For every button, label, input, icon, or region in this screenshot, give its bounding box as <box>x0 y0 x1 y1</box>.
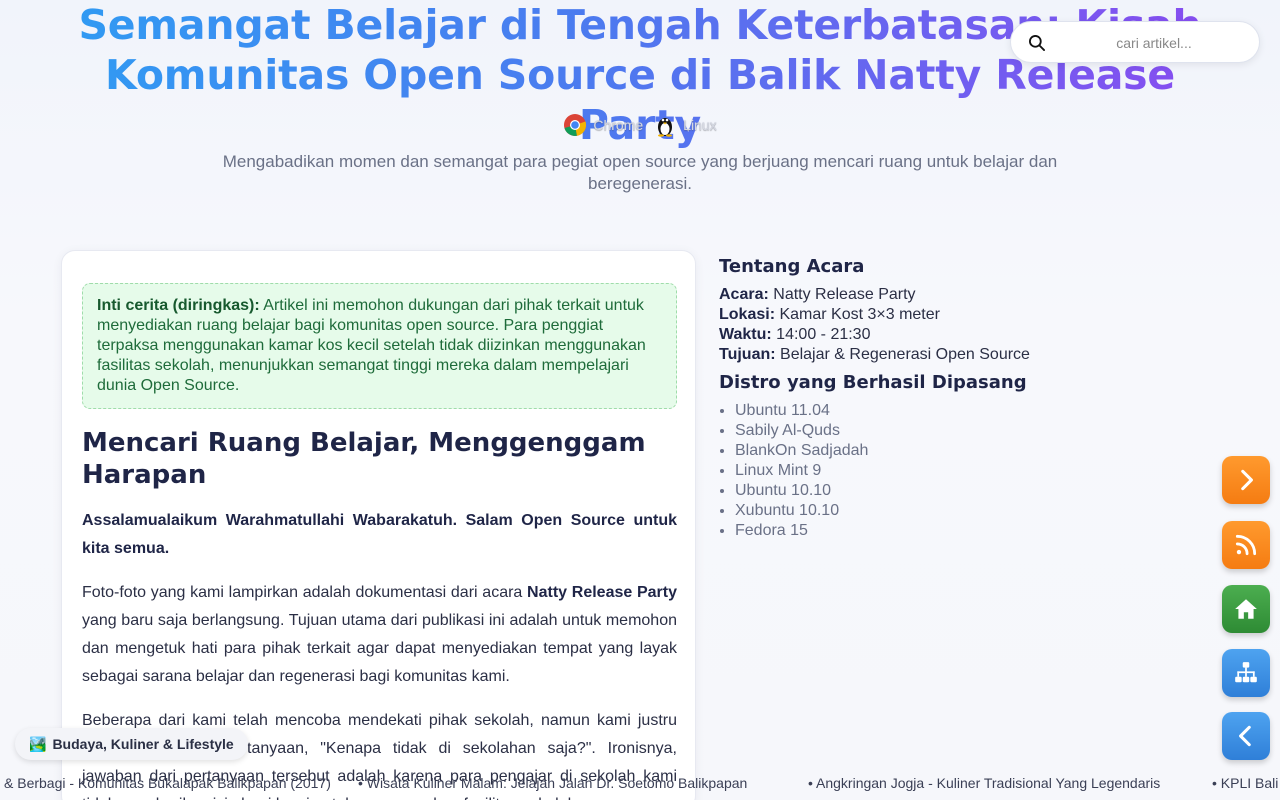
info-value: Natty Release Party <box>768 286 916 303</box>
ticker-item[interactable]: • Wisata Kuliner Malam: Jelajah Jalan Dr… <box>358 775 747 791</box>
distro-list: Ubuntu 11.04 Sabily Al-Quds BlankOn Sadj… <box>719 401 1119 541</box>
info-row: Lokasi: Kamar Kost 3×3 meter <box>719 305 1119 325</box>
info-label: Tujuan: <box>719 346 776 363</box>
event-sidebar: Tentang Acara Acara: Natty Release Party… <box>719 255 1119 541</box>
list-item: Linux Mint 9 <box>735 461 1119 481</box>
summary-label: Inti cerita (diringkas): <box>97 297 260 314</box>
search-input[interactable] <box>1059 28 1249 58</box>
list-item: BlankOn Sadjadah <box>735 441 1119 461</box>
info-row: Waktu: 14:00 - 21:30 <box>719 325 1119 345</box>
next-button[interactable] <box>1222 456 1270 504</box>
platform-label: Chrome <box>593 117 644 133</box>
landscape-icon: 🏞️ <box>29 735 47 752</box>
category-badge[interactable]: 🏞️ Budaya, Kuliner & Lifestyle <box>15 728 248 760</box>
greeting-paragraph: Assalamualaikum Warahmatullahi Wabarakat… <box>82 512 677 557</box>
paragraph-text: yang baru saja berlangsung. Tujuan utama… <box>82 612 677 685</box>
page-subtitle: Mengabadikan momen dan semangat para peg… <box>222 152 1058 193</box>
about-title: Tentang Acara <box>719 256 865 277</box>
home-button[interactable] <box>1222 585 1270 633</box>
list-item: Fedora 15 <box>735 521 1119 541</box>
ticker-item[interactable]: • KPLI Bali <box>1212 775 1278 791</box>
list-item: Sabily Al-Quds <box>735 421 1119 441</box>
distro-title: Distro yang Berhasil Dipasang <box>719 372 1027 393</box>
tux-icon <box>658 118 673 137</box>
body-paragraph: Foto-foto yang kami lampirkan adalah dok… <box>82 579 677 691</box>
info-value: 14:00 - 21:30 <box>771 326 871 343</box>
list-item: Ubuntu 10.10 <box>735 481 1119 501</box>
chevron-right-icon <box>1241 469 1253 491</box>
rss-icon <box>1235 534 1257 556</box>
info-value: Kamar Kost 3×3 meter <box>775 306 940 323</box>
platform-chrome: Chrome <box>563 113 643 137</box>
info-label: Lokasi: <box>719 306 776 323</box>
event-info: Acara: Natty Release Party Lokasi: Kamar… <box>719 285 1119 365</box>
paragraph-text: Foto-foto yang kami lampirkan adalah dok… <box>82 584 528 601</box>
platform-linux: Linux <box>653 113 717 137</box>
news-ticker: & Berbagi - Komunitas Bukalapak Balikpap… <box>0 772 1280 796</box>
article-card: Inti cerita (diringkas): Artikel ini mem… <box>61 250 696 800</box>
info-label: Acara: <box>719 286 769 303</box>
event-name: Natty Release Party <box>527 584 677 601</box>
rss-button[interactable] <box>1222 521 1270 569</box>
info-row: Tujuan: Belajar & Regenerasi Open Source <box>719 345 1119 365</box>
sitemap-button[interactable] <box>1222 649 1270 697</box>
summary-box: Inti cerita (diringkas): Artikel ini mem… <box>82 283 677 409</box>
info-value: Belajar & Regenerasi Open Source <box>775 346 1030 363</box>
home-icon <box>1235 599 1257 619</box>
chrome-icon <box>564 114 587 136</box>
info-label: Waktu: <box>719 326 772 343</box>
prev-button[interactable] <box>1222 712 1270 760</box>
search-box[interactable] <box>1010 21 1260 63</box>
sitemap-icon <box>1235 662 1257 683</box>
ticker-item[interactable]: • Angkringan Jogja - Kuliner Tradisional… <box>808 775 1160 791</box>
article-heading: Mencari Ruang Belajar, Menggenggam Harap… <box>82 428 646 490</box>
list-item: Ubuntu 11.04 <box>735 401 1119 421</box>
info-row: Acara: Natty Release Party <box>719 285 1119 305</box>
platform-list: Chrome Linux <box>0 113 1280 137</box>
search-icon <box>1029 35 1045 51</box>
category-label: Budaya, Kuliner & Lifestyle <box>52 736 234 752</box>
ticker-item[interactable]: & Berbagi - Komunitas Bukalapak Balikpap… <box>4 775 331 791</box>
platform-label: Linux <box>683 117 717 133</box>
list-item: Xubuntu 10.10 <box>735 501 1119 521</box>
chevron-left-icon <box>1239 725 1251 747</box>
